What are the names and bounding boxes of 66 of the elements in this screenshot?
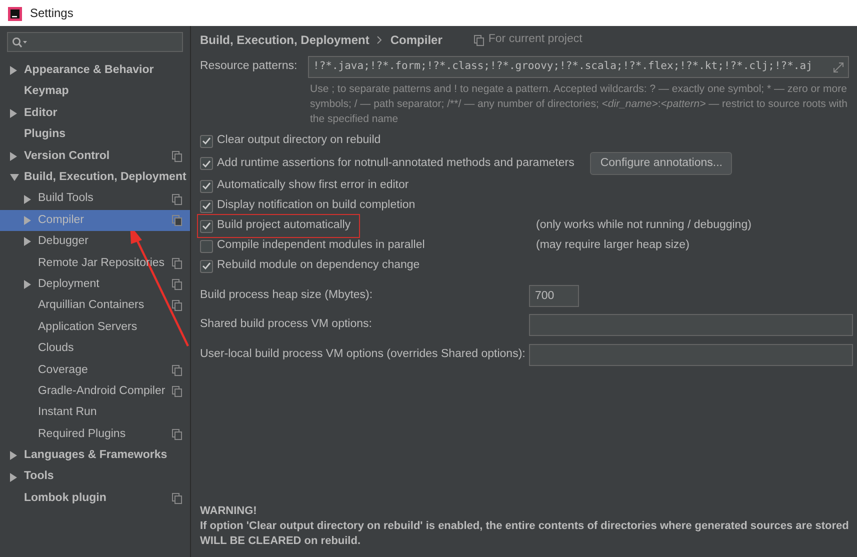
search-field[interactable]	[7, 32, 183, 52]
field-label: Build process heap size (Mbytes):	[200, 288, 374, 304]
tree-item[interactable]: Coverage	[0, 359, 190, 381]
search-icon	[12, 36, 28, 48]
breadcrumb-separator-icon	[377, 36, 382, 44]
tree-item[interactable]: Plugins	[0, 124, 190, 146]
checkbox-label: Build project automatically	[217, 218, 351, 234]
resource-patterns-field[interactable]: !?*.java;!?*.form;!?*.class;!?*.groovy;!?*.scala;!?*.flex;!?*.kt;!?*.clj;!?*.aj	[308, 56, 849, 78]
tree-item[interactable]: Debugger	[0, 231, 190, 253]
expand-icon	[833, 62, 844, 72]
tree-item[interactable]: Gradle-Android Compiler	[0, 380, 190, 402]
options-field[interactable]	[529, 314, 853, 336]
app-logo-icon	[8, 6, 22, 21]
checkbox-label: Clear output directory on rebuild	[217, 133, 381, 148]
field-label: Shared build process VM options:	[200, 317, 373, 332]
expand-arrow-icon[interactable]	[24, 194, 32, 204]
tree-item[interactable]: Build Tools	[0, 188, 190, 210]
tree-item[interactable]: Clouds	[0, 338, 190, 360]
tree-item[interactable]: Tools	[0, 466, 190, 488]
option-note: (may require larger heap size)	[536, 238, 690, 254]
configure-annotations-button[interactable]: Configure annotations...	[590, 152, 732, 176]
expand-arrow-icon[interactable]	[10, 472, 18, 482]
tree-item[interactable]: Keymap	[0, 81, 190, 103]
tree-item[interactable]: Arquillian Containers	[0, 295, 190, 317]
field-label: Resource patterns:	[200, 59, 298, 74]
breadcrumb-item[interactable]: Build, Execution, Deployment	[200, 31, 370, 49]
checkbox-label: Compile independent modules in parallel	[217, 238, 425, 254]
tree-item[interactable]: Required Plugins	[0, 424, 190, 446]
checkbox-label: Automatically show first error in editor	[217, 178, 409, 194]
breadcrumb-item[interactable]: Compiler	[390, 31, 442, 49]
tree-item[interactable]: Version Control	[0, 146, 190, 167]
heap-size-field[interactable]: 700	[529, 285, 579, 307]
scope-label: For current project	[488, 32, 582, 48]
option-note: (only works while not running / debugging)	[536, 218, 752, 234]
tree-item[interactable]: Deployment	[0, 274, 190, 296]
collapse-arrow-icon[interactable]	[10, 174, 19, 182]
expand-arrow-icon[interactable]	[10, 108, 18, 118]
tree-item[interactable]: Application Servers	[0, 316, 190, 338]
warning-title: WARNING!	[200, 504, 258, 519]
tree-item[interactable]: Instant Run	[0, 402, 190, 424]
checkbox[interactable]	[200, 180, 213, 192]
hint-text: Use ; to separate patterns and ! to negate a pattern. Accepted wildcards: ? — exactly one symbol; * — zero or more symbols; / — path separator; /**/ — any number of directories; <dir_name>:<pattern> — restrict to source roots with the specified name	[309, 82, 849, 127]
warning-text: If option 'Clear output directory on rebuild' is enabled, the entire contents of directories where generated sources are stored WILL BE CLEARED on rebuild.	[200, 519, 850, 549]
window-title: Settings	[30, 5, 74, 22]
expand-arrow-icon[interactable]	[10, 152, 18, 161]
expand-arrow-icon[interactable]	[10, 451, 18, 460]
expand-arrow-icon[interactable]	[24, 237, 32, 246]
tree-item[interactable]: Appearance & Behavior	[0, 60, 190, 82]
field-label: User-local build process VM options (overrides Shared options):	[200, 347, 526, 362]
tree-item[interactable]: Languages & Frameworks	[0, 445, 190, 466]
checkbox[interactable]	[200, 157, 213, 170]
expand-arrow-icon[interactable]	[10, 66, 18, 76]
checkbox[interactable]	[200, 240, 213, 252]
tree-item[interactable]: Editor	[0, 102, 190, 124]
checkbox[interactable]	[200, 200, 213, 212]
checkbox-label: Display notification on build completion	[217, 198, 416, 214]
checkbox[interactable]	[200, 220, 213, 232]
tree-item[interactable]: Build, Execution, Deployment	[0, 166, 190, 188]
copy-icon	[474, 34, 484, 46]
options-field[interactable]	[529, 344, 853, 366]
expand-arrow-icon[interactable]	[24, 280, 32, 290]
checkbox-label: Rebuild module on dependency change	[217, 258, 420, 274]
tree-item[interactable]: Lombok plugin	[0, 488, 190, 510]
checkbox-label: Add runtime assertions for notnull-annotated methods and parameters	[217, 156, 574, 171]
checkbox[interactable]	[200, 134, 213, 148]
checkbox[interactable]	[200, 260, 213, 272]
